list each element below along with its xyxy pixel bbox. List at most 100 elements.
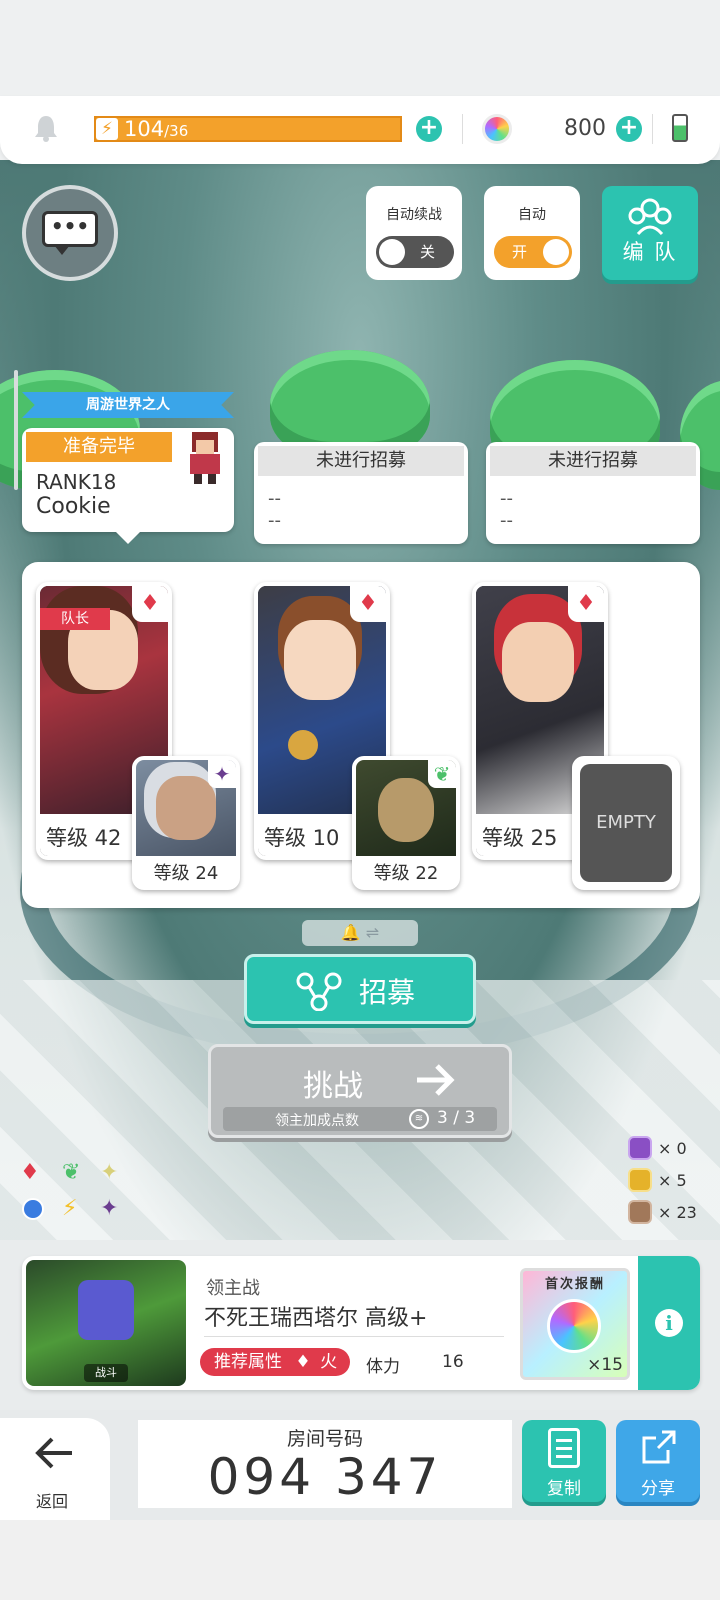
- chat-bubble-icon: •••: [42, 211, 98, 247]
- share-label: 分享: [641, 1479, 675, 1499]
- first-reward-box[interactable]: 首次报酬 ×15: [520, 1268, 630, 1380]
- gem-count: 800: [564, 116, 606, 141]
- player-pixel-avatar: [178, 428, 232, 488]
- room-number: 094 347: [207, 1448, 443, 1506]
- light-element-icon: ✦: [100, 1160, 119, 1185]
- system-nav-area: [0, 1520, 720, 1600]
- bonus-emblem-icon: ≋: [409, 1109, 429, 1129]
- team-edit-button[interactable]: 编 队: [602, 186, 698, 280]
- toggle-state: 开: [512, 243, 528, 261]
- purple-medal-count: × 0: [658, 1139, 687, 1158]
- divider: [204, 1336, 504, 1337]
- item-counts: × 0 × 5 × 23: [628, 1136, 718, 1226]
- empty-slot-card[interactable]: 未进行招募 -- --: [486, 442, 700, 544]
- empty-slot-card[interactable]: 未进行招募 -- --: [254, 442, 468, 544]
- chat-button[interactable]: •••: [22, 185, 118, 281]
- scroll-indicator[interactable]: [14, 370, 18, 490]
- slot-status: 未进行招募: [258, 446, 464, 476]
- gold-medal-count: × 5: [658, 1171, 687, 1190]
- auto-continue-toggle-card: 自动续战 关: [366, 186, 462, 280]
- auto-label: 自动: [518, 207, 546, 223]
- toggle-state: 关: [420, 243, 436, 261]
- add-gems-button[interactable]: +: [616, 116, 642, 142]
- gem-icon: [482, 114, 512, 144]
- recruit-button[interactable]: 招募: [244, 954, 476, 1024]
- player-title-banner: 周游世界之人: [22, 392, 234, 418]
- lord-bonus-label: 领主加成点数: [275, 1113, 359, 1129]
- bronze-medal-count: × 23: [658, 1203, 697, 1222]
- empty-support-slot[interactable]: EMPTY: [572, 756, 680, 890]
- hero-medallion: [288, 730, 318, 760]
- support-hero-level: 等级 22: [356, 856, 456, 886]
- panel-tool-icons: 🔔 ⇌: [302, 920, 418, 946]
- support-hero-card[interactable]: ✦ 等级 24: [132, 756, 240, 890]
- first-reward-title: 首次报酬: [544, 1277, 605, 1292]
- add-stamina-button[interactable]: +: [416, 116, 442, 142]
- thunder-element-icon: ⚡: [62, 1196, 78, 1221]
- bronze-medal-icon: [628, 1200, 652, 1224]
- boss-sprite: [78, 1280, 134, 1340]
- slot-line: --: [268, 488, 281, 509]
- leaf-element-icon: ❦: [428, 760, 456, 788]
- leaf-element-icon: ❦: [62, 1160, 81, 1185]
- slot-line: --: [500, 510, 513, 531]
- support-hero-face: [156, 776, 216, 840]
- copy-button[interactable]: 复制: [522, 1420, 606, 1502]
- boss-info-card[interactable]: 战斗 领主战 不死王瑞西塔尔 高级+ 推荐属性 ♦ 火 体力 16 首次报酬 ×…: [22, 1256, 700, 1390]
- owl-body: [378, 778, 434, 842]
- player-slot-card[interactable]: 准备完毕 RANK18 Cookie: [22, 428, 234, 532]
- share-button[interactable]: 分享: [616, 1420, 700, 1502]
- lightning-icon: ⚡: [96, 118, 118, 140]
- recommend-label: 推荐属性: [214, 1352, 282, 1372]
- gem-icon: [547, 1299, 601, 1353]
- hero-face: [502, 622, 574, 702]
- lord-bonus-value: 3 / 3: [437, 1108, 476, 1128]
- battery-icon: [672, 114, 688, 142]
- room-number-box: 房间号码 094 347: [138, 1420, 512, 1508]
- stamina-cost-label: 体力: [366, 1357, 400, 1377]
- challenge-button[interactable]: 挑战 领主加成点数 ≋ 3 / 3: [208, 1044, 512, 1138]
- boss-name: 不死王瑞西塔尔 高级+: [204, 1306, 428, 1331]
- slot-status: 未进行招募: [490, 446, 696, 476]
- back-button[interactable]: 返回: [0, 1418, 110, 1520]
- toggle-knob: [543, 239, 569, 265]
- challenge-label: 挑战: [303, 1069, 363, 1104]
- clipboard-icon: [548, 1428, 580, 1468]
- team-edit-label: 编 队: [622, 240, 678, 264]
- arrow-left-icon: [34, 1436, 74, 1470]
- share-icon: [640, 1428, 678, 1466]
- stamina-value: 104/36: [124, 117, 189, 141]
- support-hero-level: 等级 24: [136, 856, 236, 886]
- leader-tag: 队长: [40, 608, 110, 630]
- recommend-element: 火: [320, 1352, 338, 1372]
- toggle-knob: [379, 239, 405, 265]
- purple-medal-icon: [628, 1136, 652, 1160]
- auto-toggle[interactable]: 开: [494, 236, 572, 268]
- share-nodes-icon: [295, 971, 343, 1012]
- back-label: 返回: [36, 1492, 69, 1511]
- support-hero-card[interactable]: ❦ 等级 22: [352, 756, 460, 890]
- recruit-label: 招募: [359, 976, 416, 1009]
- fire-element-icon: ♦: [132, 586, 168, 622]
- bell-icon[interactable]: [34, 114, 58, 142]
- recommended-element-badge: 推荐属性 ♦ 火: [200, 1348, 350, 1376]
- lord-bonus-bar: 领主加成点数 ≋ 3 / 3: [223, 1107, 497, 1131]
- dark-element-icon: ✦: [208, 760, 236, 788]
- gold-medal-icon: [628, 1168, 652, 1192]
- info-icon: i: [655, 1309, 683, 1337]
- fire-element-icon: ♦: [295, 1352, 311, 1372]
- battle-tag: 战斗: [84, 1364, 128, 1382]
- hero-face: [284, 620, 356, 700]
- auto-continue-label: 自动续战: [386, 207, 442, 223]
- dark-element-icon: ✦: [100, 1196, 119, 1221]
- first-reward-count: ×15: [587, 1355, 623, 1375]
- element-chart: ♦ ❦ ✦ ⚡ ✦: [20, 1160, 130, 1230]
- divider: [462, 114, 463, 144]
- auto-continue-toggle[interactable]: 关: [376, 236, 454, 268]
- boss-info-button[interactable]: i: [638, 1256, 700, 1390]
- fire-element-icon: ♦: [350, 586, 386, 622]
- chat-bubble-tail: [54, 245, 70, 255]
- arrow-right-icon: [415, 1063, 455, 1097]
- boss-category: 领主战: [206, 1278, 260, 1299]
- slot-line: --: [500, 488, 513, 509]
